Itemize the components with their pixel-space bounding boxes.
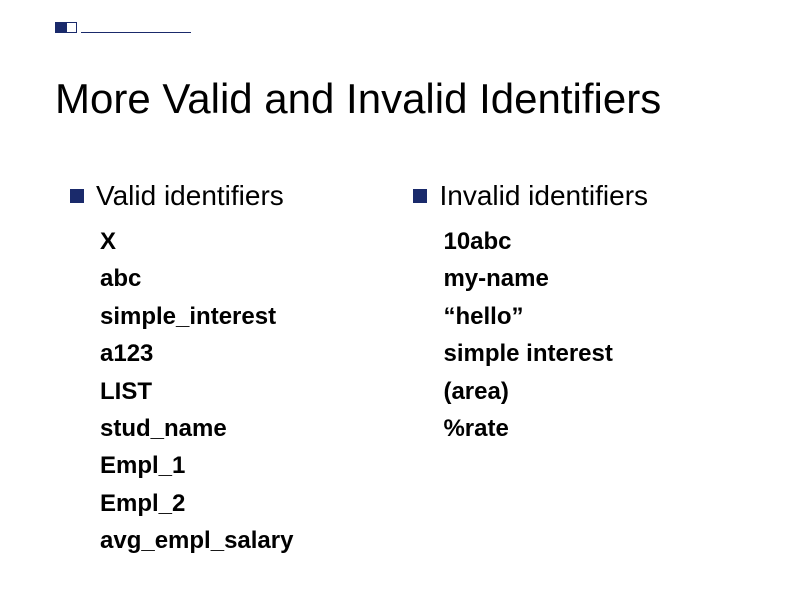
list-item: Empl_1 <box>100 450 293 482</box>
square-bullet-icon <box>413 189 427 203</box>
decor-square-outline <box>66 22 77 33</box>
list-item: stud_name <box>100 413 293 445</box>
list-item: simple_interest <box>100 301 293 333</box>
decor-line <box>81 32 191 33</box>
list-item: %rate <box>443 413 648 445</box>
valid-items: X abc simple_interest a123 LIST stud_nam… <box>100 226 293 558</box>
slide-decoration <box>55 22 191 33</box>
list-item: Empl_2 <box>100 488 293 520</box>
list-item: (area) <box>443 376 648 408</box>
list-item: simple interest <box>443 338 648 370</box>
list-item: 10abc <box>443 226 648 258</box>
invalid-heading-row: Invalid identifiers <box>413 180 648 212</box>
page-title: More Valid and Invalid Identifiers <box>55 75 661 123</box>
list-item: LIST <box>100 376 293 408</box>
invalid-column: Invalid identifiers 10abc my-name “hello… <box>413 180 648 558</box>
list-item: abc <box>100 263 293 295</box>
square-bullet-icon <box>70 189 84 203</box>
list-item: X <box>100 226 293 258</box>
list-item: avg_empl_salary <box>100 525 293 557</box>
content-columns: Valid identifiers X abc simple_interest … <box>70 180 754 558</box>
invalid-heading: Invalid identifiers <box>439 180 648 212</box>
list-item: my-name <box>443 263 648 295</box>
decor-square-filled <box>55 22 66 33</box>
valid-heading: Valid identifiers <box>96 180 284 212</box>
list-item: “hello” <box>443 301 648 333</box>
valid-column: Valid identifiers X abc simple_interest … <box>70 180 293 558</box>
invalid-items: 10abc my-name “hello” simple interest (a… <box>443 226 648 445</box>
list-item: a123 <box>100 338 293 370</box>
valid-heading-row: Valid identifiers <box>70 180 293 212</box>
